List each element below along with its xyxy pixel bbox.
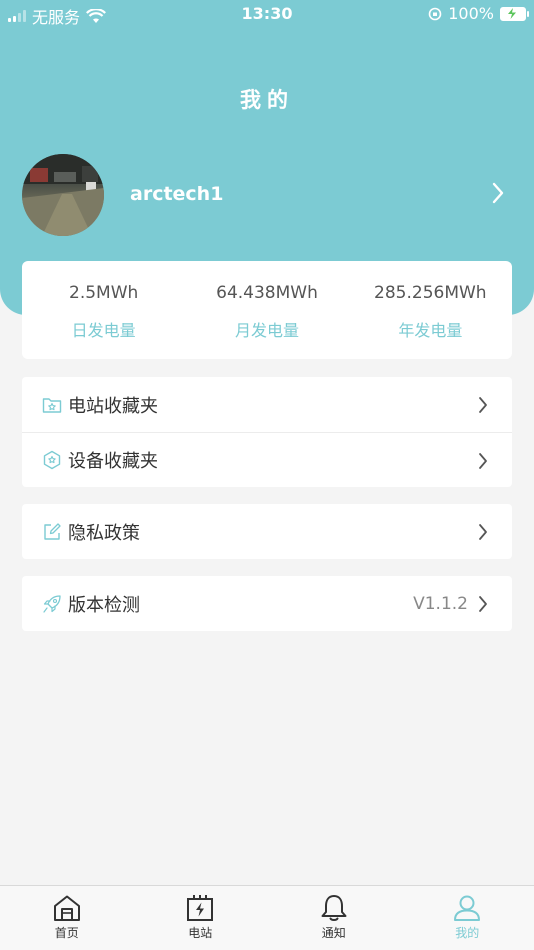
stat-value: 285.256MWh [374, 283, 487, 303]
menu-item-device-favorites[interactable]: 设备收藏夹 [22, 432, 512, 487]
status-bar: 无服务 13:30 100% [0, 0, 534, 28]
generation-stats-card: 2.5MWh 日发电量 64.438MWh 月发电量 285.256MWh 年发… [22, 261, 512, 359]
bell-icon [321, 895, 347, 921]
battery-icon [500, 6, 529, 21]
chevron-right-icon [479, 595, 487, 612]
edit-icon [42, 522, 62, 542]
menu-item-privacy-policy[interactable]: 隐私政策 [22, 504, 512, 559]
stat-value: 2.5MWh [69, 283, 139, 303]
chevron-right-icon[interactable] [492, 182, 504, 204]
menu-label: 隐私政策 [68, 522, 140, 544]
tab-power-station[interactable]: 电站 [134, 886, 268, 950]
menu-item-station-favorites[interactable]: 电站收藏夹 [22, 377, 512, 432]
version-menu-group: 版本检测 V1.1.2 [22, 576, 512, 631]
tab-label: 通知 [321, 926, 346, 940]
favorites-menu-group: 电站收藏夹 设备收藏夹 [22, 377, 512, 487]
tab-notifications[interactable]: 通知 [267, 886, 401, 950]
stat-daily: 2.5MWh 日发电量 [22, 261, 185, 359]
tab-bar: 首页 电站 通知 我的 [0, 885, 534, 950]
version-value: V1.1.2 [413, 593, 468, 614]
stat-monthly: 64.438MWh 月发电量 [185, 261, 348, 359]
page-title: 我的 [240, 88, 294, 112]
tab-label: 电站 [188, 926, 213, 940]
menu-right [478, 504, 488, 559]
stat-label: 年发电量 [398, 321, 463, 340]
menu-label: 设备收藏夹 [68, 451, 158, 472]
folder-star-icon [42, 395, 62, 415]
stat-value: 64.438MWh [216, 283, 318, 303]
privacy-menu-group: 隐私政策 [22, 504, 512, 559]
username[interactable]: arctech1 [130, 183, 223, 205]
battery-percent: 100% [448, 4, 494, 23]
power-station-icon [187, 895, 214, 921]
tab-label: 我的 [455, 926, 480, 940]
tab-profile[interactable]: 我的 [401, 886, 534, 950]
menu-item-version-check[interactable]: 版本检测 V1.1.2 [22, 576, 512, 631]
tab-home[interactable]: 首页 [0, 886, 134, 950]
stat-label: 月发电量 [234, 321, 299, 340]
menu-right: V1.1.2 [413, 576, 488, 631]
chevron-right-icon [479, 452, 487, 469]
rocket-icon [42, 594, 62, 614]
hexagon-star-icon [42, 450, 62, 470]
menu-label: 版本检测 [68, 594, 140, 616]
stat-yearly: 285.256MWh 年发电量 [349, 261, 512, 359]
status-right: 100% [428, 4, 529, 23]
chevron-right-icon [479, 523, 487, 540]
stat-label: 日发电量 [71, 321, 136, 340]
menu-right [478, 377, 488, 432]
chevron-right-icon [479, 396, 487, 413]
menu-right [478, 433, 488, 488]
avatar[interactable] [22, 154, 104, 236]
user-icon [454, 895, 481, 921]
home-icon [53, 895, 80, 921]
avatar-photo [22, 154, 104, 236]
menu-label: 电站收藏夹 [68, 395, 158, 417]
tab-label: 首页 [54, 926, 79, 940]
orientation-lock-icon [428, 7, 442, 20]
